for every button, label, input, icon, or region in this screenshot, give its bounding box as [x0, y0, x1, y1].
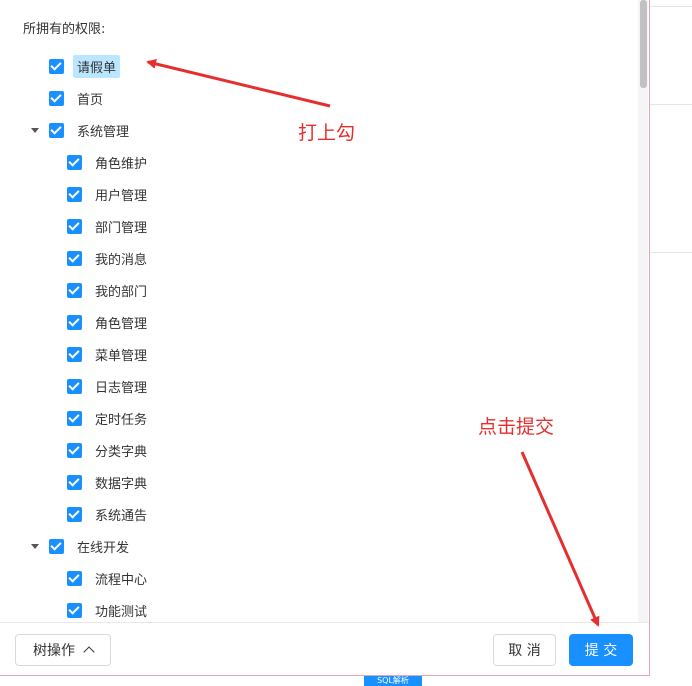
background-divider — [650, 104, 692, 105]
tree-node[interactable]: 角色维护 — [67, 151, 151, 173]
tree-node[interactable]: 用户管理 — [67, 183, 151, 205]
annotation-submit-hint: 点击提交 — [478, 416, 555, 438]
tree-node-label[interactable]: 功能测试 — [91, 599, 151, 622]
tree-node[interactable]: 首页 — [49, 87, 107, 109]
tree-node-label[interactable]: 系统管理 — [73, 119, 133, 142]
checked-checkbox-icon[interactable] — [67, 506, 82, 522]
tree-node-label[interactable]: 部门管理 — [91, 215, 151, 238]
tree-node-label[interactable]: 流程中心 — [91, 567, 151, 590]
tree-node[interactable]: 功能测试 — [67, 599, 151, 621]
checked-checkbox-icon[interactable] — [67, 378, 82, 394]
tree-node-label[interactable]: 分类字典 — [91, 439, 151, 462]
sql-parse-tag[interactable]: SQL解析 — [364, 676, 422, 686]
background-panel — [650, 0, 692, 686]
checked-checkbox-icon[interactable] — [67, 186, 82, 202]
checked-checkbox-icon[interactable] — [67, 346, 82, 362]
background-divider — [650, 6, 692, 7]
caret-down-icon[interactable] — [31, 544, 39, 549]
checked-checkbox-icon[interactable] — [67, 602, 82, 618]
scrollbar-thumb[interactable] — [640, 0, 647, 88]
tree-node[interactable]: 菜单管理 — [67, 343, 151, 365]
cancel-button[interactable]: 取 消 — [493, 634, 556, 666]
checked-checkbox-icon[interactable] — [67, 218, 82, 234]
checked-checkbox-icon[interactable] — [67, 250, 82, 266]
tree-node[interactable]: 日志管理 — [67, 375, 151, 397]
tree-node-label[interactable]: 日志管理 — [91, 375, 151, 398]
checked-checkbox-icon[interactable] — [67, 570, 82, 586]
tree-node[interactable]: 分类字典 — [67, 439, 151, 461]
tree-operations-button[interactable]: 树操作 — [15, 634, 111, 666]
chevron-up-icon — [83, 646, 95, 658]
tree-node-label[interactable]: 角色管理 — [91, 311, 151, 334]
tree-node-label[interactable]: 系统通告 — [91, 503, 151, 526]
checked-checkbox-icon[interactable] — [67, 154, 82, 170]
background-divider — [650, 252, 692, 253]
checked-checkbox-icon[interactable] — [49, 58, 64, 74]
tree-node[interactable]: 流程中心 — [67, 567, 151, 589]
tree-node[interactable]: 在线开发 — [49, 535, 133, 557]
tree-node[interactable]: 系统管理 — [49, 119, 133, 141]
tree-node[interactable]: 数据字典 — [67, 471, 151, 493]
tree-node[interactable]: 请假单 — [49, 54, 121, 78]
tree-node-label[interactable]: 角色维护 — [91, 151, 151, 174]
tree-node[interactable]: 定时任务 — [67, 407, 151, 429]
tree-node-label[interactable]: 我的消息 — [91, 247, 151, 270]
checked-checkbox-icon[interactable] — [49, 90, 64, 106]
checked-checkbox-icon[interactable] — [67, 314, 82, 330]
tree-node[interactable]: 系统通告 — [67, 503, 151, 525]
tree-node-label[interactable]: 数据字典 — [91, 471, 151, 494]
tree-node[interactable]: 我的消息 — [67, 247, 151, 269]
permission-drawer: 所拥有的权限: 请假单首页系统管理角色维护用户管理部门管理我的消息我的部门角色管… — [0, 0, 650, 676]
permissions-title: 所拥有的权限: — [23, 22, 106, 37]
checked-checkbox-icon[interactable] — [67, 474, 82, 490]
tree-node[interactable]: 角色管理 — [67, 311, 151, 333]
tree-node-label[interactable]: 我的部门 — [91, 279, 151, 302]
tree-node-label[interactable]: 定时任务 — [91, 407, 151, 430]
tree-node[interactable]: 部门管理 — [67, 215, 151, 237]
tree-node-label[interactable]: 在线开发 — [73, 535, 133, 558]
checked-checkbox-icon[interactable] — [67, 410, 82, 426]
tree-node-label[interactable]: 用户管理 — [91, 183, 151, 206]
checked-checkbox-icon[interactable] — [67, 442, 82, 458]
tree-node[interactable]: 我的部门 — [67, 279, 151, 301]
tree-operations-label: 树操作 — [33, 643, 75, 659]
drawer-footer: 树操作 取 消 提 交 — [0, 622, 649, 675]
checked-checkbox-icon[interactable] — [49, 538, 64, 554]
tree-node-label[interactable]: 请假单 — [73, 54, 121, 78]
tree-node-label[interactable]: 菜单管理 — [91, 343, 151, 366]
checked-checkbox-icon[interactable] — [67, 282, 82, 298]
submit-button[interactable]: 提 交 — [569, 634, 633, 666]
checked-checkbox-icon[interactable] — [49, 122, 64, 138]
annotation-check: 打上勾 — [298, 122, 356, 144]
caret-down-icon[interactable] — [31, 128, 39, 133]
tree-node-label[interactable]: 首页 — [73, 87, 107, 110]
scrollbar-track[interactable] — [638, 0, 648, 622]
